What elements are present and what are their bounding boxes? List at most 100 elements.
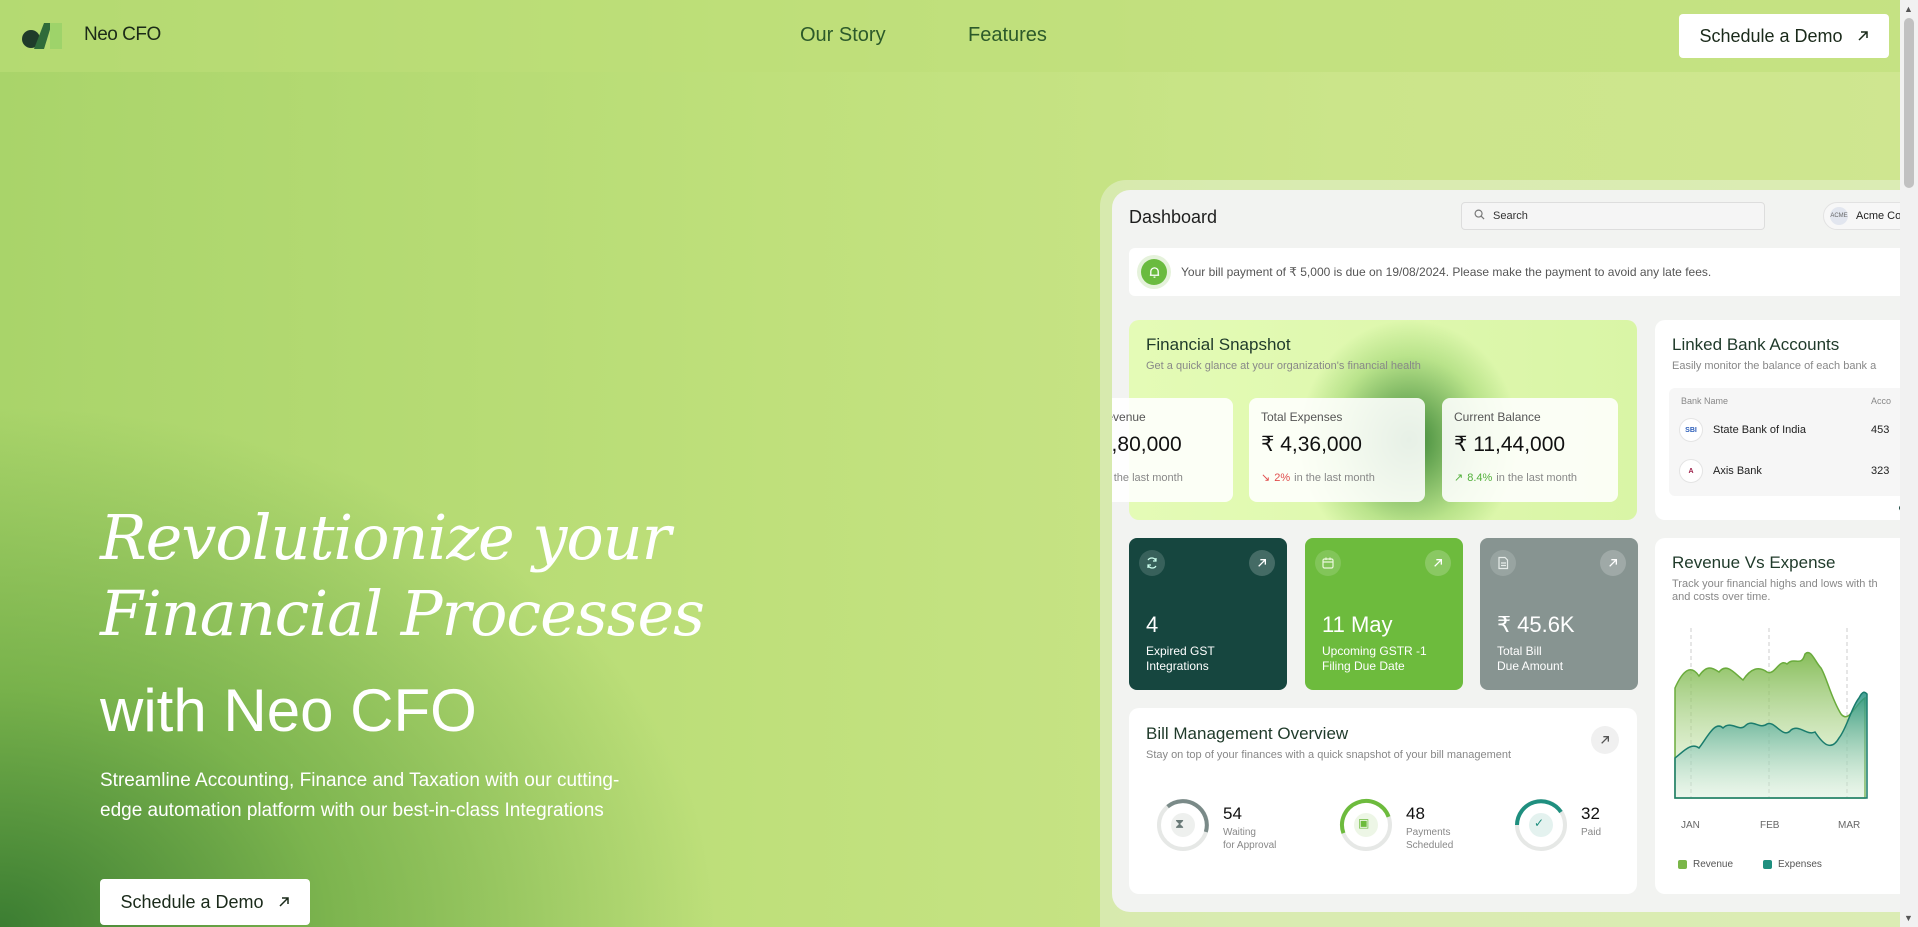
arrow-up-right-icon[interactable] bbox=[1600, 550, 1626, 576]
bill-count: 32 bbox=[1581, 804, 1600, 823]
bank-name: State Bank of India bbox=[1713, 424, 1806, 436]
progress-ring-paid: ✓ bbox=[1514, 798, 1568, 852]
schedule-demo-label: Schedule a Demo bbox=[1699, 25, 1843, 46]
calendar-icon bbox=[1315, 550, 1341, 576]
stat-current-balance: Current Balance ₹ 11,44,000 ↗ 8.4% in th… bbox=[1442, 398, 1618, 502]
stat-label: Total Expenses bbox=[1261, 410, 1343, 424]
tile-gstr-due-date[interactable]: 11 May Upcoming GSTR -1 Filing Due Date bbox=[1305, 538, 1463, 690]
arrow-up-right-icon[interactable] bbox=[1425, 550, 1451, 576]
scroll-down-icon[interactable]: ▼ bbox=[1904, 913, 1913, 923]
legend-label: Revenue bbox=[1693, 859, 1734, 870]
progress-ring-scheduled: ▣ bbox=[1339, 798, 1393, 852]
arrow-up-right-icon bbox=[1857, 26, 1869, 47]
stat-suffix: in the last month bbox=[1294, 471, 1375, 484]
arrow-up-right-icon bbox=[278, 892, 290, 913]
x-tick-label: JAN bbox=[1681, 820, 1700, 831]
org-switcher[interactable]: ACME Acme Corp bbox=[1823, 202, 1900, 230]
org-avatar: ACME bbox=[1830, 207, 1848, 225]
rve-subtitle: Track your financial highs and lows with… bbox=[1672, 578, 1878, 603]
arrow-up-right-icon[interactable] bbox=[1591, 726, 1619, 754]
bank-table: Bank Name Acco SBI State Bank of India 4… bbox=[1669, 388, 1900, 496]
bank-title: Linked Bank Accounts bbox=[1672, 335, 1840, 354]
bank-name: Axis Bank bbox=[1713, 465, 1762, 477]
bank-col-account: Acco bbox=[1871, 396, 1892, 406]
scroll-up-icon[interactable]: ▲ bbox=[1904, 4, 1913, 14]
bill-count: 54 bbox=[1223, 804, 1242, 823]
bill-label: Payments Scheduled bbox=[1406, 827, 1454, 851]
stat-total-revenue: Total Revenue ₹ 15,80,000 ↗ 6% in the la… bbox=[1112, 398, 1233, 502]
tile-value: 11 May bbox=[1322, 612, 1393, 637]
stat-value: ₹ 4,36,000 bbox=[1261, 433, 1362, 456]
schedule-demo-button-hero[interactable]: Schedule a Demo bbox=[100, 879, 310, 925]
x-tick-label: MAR bbox=[1838, 820, 1861, 831]
hero-title: Revolutionize your Financial Processes bbox=[100, 500, 705, 652]
stat-suffix: in the last month bbox=[1496, 471, 1578, 484]
hourglass-icon: ⧗ bbox=[1175, 816, 1185, 831]
revenue-vs-expense-card: Revenue Vs Expense Track your financial … bbox=[1655, 538, 1900, 894]
hero-title-line-1: Revolutionize your bbox=[100, 501, 671, 574]
arrow-up-right-icon[interactable] bbox=[1249, 550, 1275, 576]
bill-label: Paid bbox=[1581, 827, 1602, 838]
tile-label: Total Bill Due Amount bbox=[1497, 644, 1564, 673]
hero-title-line-2: Financial Processes bbox=[100, 577, 705, 650]
brand-logo[interactable]: Neo CFO bbox=[22, 21, 161, 49]
search-icon bbox=[1474, 209, 1485, 223]
stat-total-expenses: Total Expenses ₹ 4,36,000 ↘ 2% in the la… bbox=[1249, 398, 1425, 502]
tile-expired-gst[interactable]: 4 Expired GST Integrations bbox=[1129, 538, 1287, 690]
schedule-demo-button-top[interactable]: Schedule a Demo bbox=[1679, 14, 1889, 58]
sbi-logo-icon: SBI bbox=[1679, 418, 1703, 442]
bill-count: 48 bbox=[1406, 804, 1425, 823]
search-placeholder: Search bbox=[1493, 210, 1528, 222]
revenue-expense-chart bbox=[1674, 628, 1868, 799]
stat-value: ₹ 11,44,000 bbox=[1454, 433, 1566, 456]
bill-management-card: Bill Management Overview Stay on top of … bbox=[1129, 708, 1637, 894]
trend-down-icon: ↘ bbox=[1261, 472, 1271, 484]
bank-subtitle: Easily monitor the balance of each bank … bbox=[1672, 360, 1877, 372]
stat-label: Current Balance bbox=[1454, 410, 1541, 424]
snapshot-subtitle: Get a quick glance at your organization'… bbox=[1146, 360, 1421, 372]
dashboard-preview: Dashboard Search ACME Acme Corp Your bil… bbox=[1112, 190, 1900, 912]
schedule-demo-label: Schedule a Demo bbox=[120, 891, 264, 912]
stat-change: 8.4% bbox=[1467, 471, 1493, 484]
page-scrollbar[interactable]: ▲ ▼ bbox=[1900, 0, 1918, 927]
bell-icon bbox=[1141, 259, 1167, 285]
bill-label: Waiting for Approval bbox=[1223, 827, 1277, 851]
legend-swatch bbox=[1678, 860, 1687, 869]
document-icon bbox=[1490, 550, 1516, 576]
dashboard-title: Dashboard bbox=[1129, 207, 1218, 227]
stat-suffix: in the last month bbox=[1112, 471, 1183, 484]
nav-link-features[interactable]: Features bbox=[968, 24, 1047, 47]
org-name: Acme Corp bbox=[1856, 210, 1900, 222]
tile-label: Upcoming GSTR -1 Filing Due Date bbox=[1322, 644, 1427, 673]
top-nav: Neo CFO Our Story Features Schedule a De… bbox=[0, 0, 1900, 72]
bank-row[interactable]: SBI State Bank of India bbox=[1679, 415, 1900, 445]
stat-label: Total Revenue bbox=[1112, 410, 1146, 424]
alert-text: Your bill payment of ₹ 5,000 is due on 1… bbox=[1181, 265, 1712, 279]
bank-row[interactable]: A Axis Bank bbox=[1679, 456, 1900, 486]
legend-item-revenue: Revenue bbox=[1678, 859, 1733, 870]
tile-label: Expired GST Integrations bbox=[1146, 644, 1215, 673]
stat-value: ₹ 15,80,000 bbox=[1112, 433, 1182, 456]
search-input[interactable]: Search bbox=[1461, 202, 1765, 230]
progress-ring-waiting: ⧗ bbox=[1156, 798, 1210, 852]
bank-account: 323 bbox=[1871, 465, 1890, 477]
refresh-icon bbox=[1139, 550, 1165, 576]
snapshot-title: Financial Snapshot bbox=[1146, 335, 1291, 354]
calendar-check-icon: ▣ bbox=[1358, 816, 1370, 830]
brand-name: Neo CFO bbox=[84, 24, 161, 45]
check-circle-icon: ✓ bbox=[1534, 816, 1545, 830]
legend-label: Expenses bbox=[1778, 859, 1822, 870]
tile-value: ₹ 45.6K bbox=[1497, 612, 1575, 637]
legend-swatch bbox=[1763, 860, 1772, 869]
tile-value: 4 bbox=[1146, 612, 1159, 637]
bill-title: Bill Management Overview bbox=[1146, 724, 1349, 743]
linked-bank-accounts-card: Linked Bank Accounts Easily monitor the … bbox=[1655, 320, 1900, 520]
trend-up-icon: ↗ bbox=[1454, 472, 1464, 484]
bill-subtitle: Stay on top of your finances with a quic… bbox=[1146, 749, 1512, 761]
scroll-thumb[interactable] bbox=[1904, 18, 1914, 188]
payment-alert: Your bill payment of ₹ 5,000 is due on 1… bbox=[1129, 248, 1900, 296]
rve-title: Revenue Vs Expense bbox=[1672, 553, 1836, 572]
logo-mark-icon bbox=[22, 21, 74, 49]
nav-link-our-story[interactable]: Our Story bbox=[800, 24, 886, 47]
tile-total-bill-due[interactable]: ₹ 45.6K Total Bill Due Amount bbox=[1480, 538, 1638, 690]
